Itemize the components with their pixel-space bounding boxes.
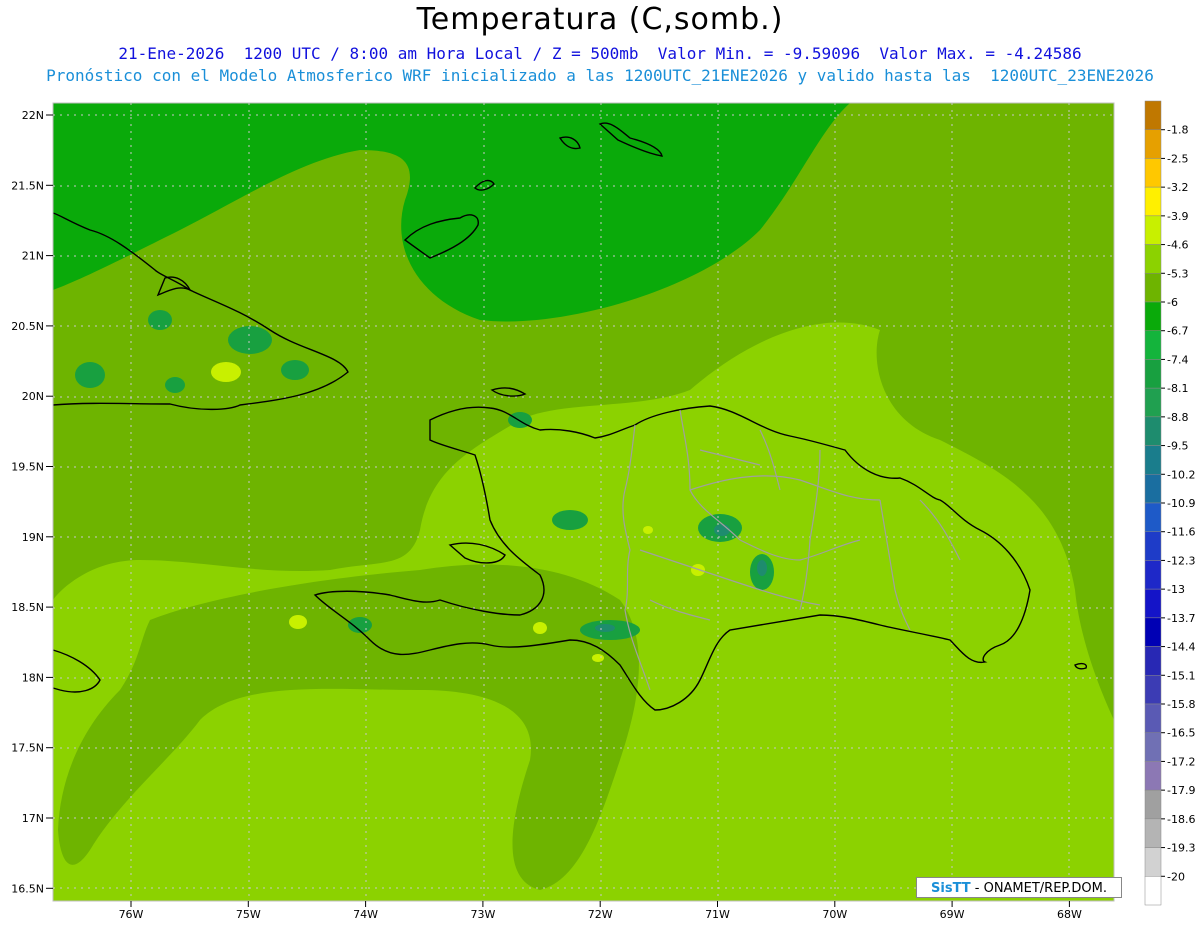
legend-label: -9.5 bbox=[1167, 440, 1188, 453]
legend-swatch bbox=[1144, 100, 1162, 130]
legend-label: -15.1 bbox=[1167, 669, 1195, 682]
lat-label: 16.5N bbox=[11, 882, 44, 895]
lat-label: 20N bbox=[22, 390, 44, 403]
legend-label: -6.7 bbox=[1167, 325, 1188, 338]
longitude-axis: 76W 75W 74W 73W 72W 71W 70W 69W 68W bbox=[119, 901, 1082, 921]
legend-label: -13.7 bbox=[1167, 612, 1195, 625]
legend-swatch bbox=[1144, 876, 1162, 906]
legend-label: -7.4 bbox=[1167, 353, 1188, 366]
lat-label: 20.5N bbox=[11, 320, 44, 333]
lat-label: 19N bbox=[22, 531, 44, 544]
legend-swatch bbox=[1144, 703, 1162, 733]
lat-label: 18.5N bbox=[11, 601, 44, 614]
legend-swatch bbox=[1144, 646, 1162, 676]
legend-swatch bbox=[1144, 158, 1162, 188]
legend-label: -19.3 bbox=[1167, 842, 1195, 855]
legend-swatch bbox=[1144, 215, 1162, 245]
legend-label: -17.9 bbox=[1167, 784, 1195, 797]
lon-label: 73W bbox=[470, 908, 495, 921]
legend-label: -4.6 bbox=[1167, 239, 1188, 252]
legend-swatch bbox=[1144, 474, 1162, 504]
legend-label: -16.5 bbox=[1167, 727, 1195, 740]
legend-label: -13 bbox=[1167, 583, 1185, 596]
legend-swatch bbox=[1144, 502, 1162, 532]
legend-swatch bbox=[1144, 273, 1162, 303]
temperature-map: 22N 21.5N 21N 20.5N 20N 19.5N 19N 18.5N 18N 17.5N… bbox=[11, 100, 1195, 921]
legend-label: -17.2 bbox=[1167, 755, 1195, 768]
legend-swatch bbox=[1144, 847, 1162, 877]
credit-brand: SisTT bbox=[931, 881, 971, 896]
legend-label: -12.3 bbox=[1167, 554, 1195, 567]
lon-label: 75W bbox=[236, 908, 261, 921]
legend-label: -3.9 bbox=[1167, 210, 1188, 223]
legend-label: -15.8 bbox=[1167, 698, 1195, 711]
legend-swatch bbox=[1144, 416, 1162, 446]
lat-label: 17N bbox=[22, 812, 44, 825]
legend-label: -11.6 bbox=[1167, 526, 1195, 539]
legend-swatch bbox=[1144, 732, 1162, 762]
legend-swatch bbox=[1144, 445, 1162, 475]
legend-label: -8.8 bbox=[1167, 411, 1188, 424]
color-legend: -1.8 -2.5 -3.2 -3.9 -4.6 -5.3 -6 -6.7 -7.4 -8.1 -8… bbox=[1144, 100, 1195, 906]
legend-label: -5.3 bbox=[1167, 267, 1188, 280]
lat-label: 22N bbox=[22, 109, 44, 122]
legend-label: -18.6 bbox=[1167, 813, 1195, 826]
lon-label: 70W bbox=[822, 908, 847, 921]
lon-label: 76W bbox=[119, 908, 144, 921]
legend-label: -10.9 bbox=[1167, 497, 1195, 510]
lon-label: 69W bbox=[940, 908, 965, 921]
legend-swatch bbox=[1144, 675, 1162, 705]
legend-swatch bbox=[1144, 186, 1162, 217]
lon-label: 74W bbox=[353, 908, 378, 921]
latitude-axis: 22N 21.5N 21N 20.5N 20N 19.5N 19N 18.5N 18N 17.5N… bbox=[11, 109, 53, 895]
legend-label: -8.1 bbox=[1167, 382, 1188, 395]
legend-swatch bbox=[1144, 531, 1162, 561]
legend-swatch bbox=[1144, 761, 1162, 791]
legend-label: -10.2 bbox=[1167, 468, 1195, 481]
legend-swatch bbox=[1144, 560, 1162, 590]
lat-label: 18N bbox=[22, 671, 44, 684]
legend-swatch bbox=[1144, 588, 1162, 619]
legend-label: -6 bbox=[1167, 296, 1178, 309]
lat-label: 21.5N bbox=[11, 179, 44, 192]
legend-label: -20 bbox=[1167, 870, 1185, 883]
lon-label: 72W bbox=[588, 908, 613, 921]
legend-swatch bbox=[1144, 301, 1162, 331]
legend-swatch bbox=[1144, 617, 1162, 647]
legend-swatch bbox=[1144, 129, 1162, 159]
legend-swatch bbox=[1144, 359, 1162, 389]
legend-swatch bbox=[1144, 330, 1162, 360]
credit-box: SisTT - ONAMET/REP.DOM. bbox=[916, 877, 1122, 898]
lat-label: 17.5N bbox=[11, 742, 44, 755]
legend-label: -3.2 bbox=[1167, 181, 1188, 194]
legend-swatch bbox=[1144, 789, 1162, 820]
legend-swatch bbox=[1144, 387, 1162, 418]
lat-label: 21N bbox=[22, 250, 44, 263]
lon-label: 68W bbox=[1057, 908, 1082, 921]
lon-label: 71W bbox=[705, 908, 730, 921]
legend-label: -2.5 bbox=[1167, 152, 1188, 165]
lat-label: 19.5N bbox=[11, 461, 44, 474]
legend-label: -14.4 bbox=[1167, 641, 1195, 654]
legend-swatch bbox=[1144, 818, 1162, 848]
credit-text: - ONAMET/REP.DOM. bbox=[970, 881, 1107, 896]
legend-label: -1.8 bbox=[1167, 124, 1188, 137]
legend-swatch bbox=[1144, 244, 1162, 274]
